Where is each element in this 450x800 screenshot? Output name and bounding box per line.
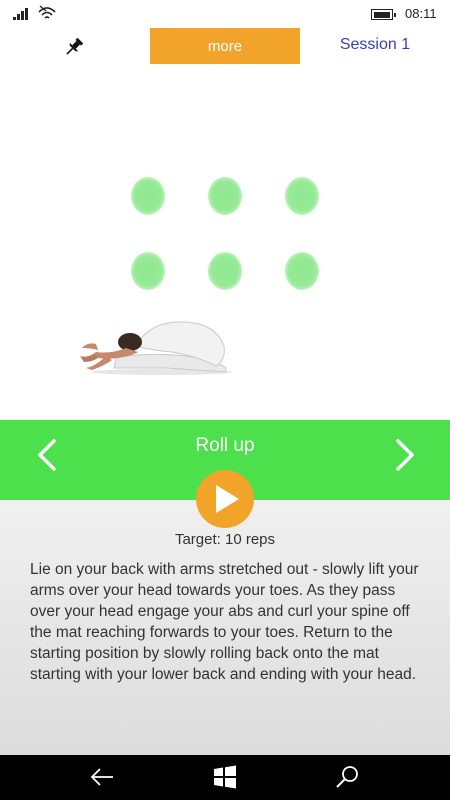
- battery-icon: [371, 9, 396, 20]
- exercise-title: Roll up: [195, 435, 255, 456]
- rep-dot: [285, 252, 319, 290]
- rep-dot: [131, 252, 165, 290]
- rep-dot: [131, 177, 165, 215]
- play-button[interactable]: [196, 470, 254, 528]
- back-arrow-icon[interactable]: [87, 762, 117, 792]
- pin-icon[interactable]: [63, 36, 85, 58]
- navigation-bar: [0, 755, 450, 800]
- rep-dot: [208, 252, 242, 290]
- session-link[interactable]: Session 1: [320, 36, 430, 54]
- chevron-left-icon[interactable]: [34, 438, 60, 472]
- clock: 08:11: [405, 6, 437, 21]
- status-bar: 08:11: [0, 0, 450, 28]
- play-icon: [216, 485, 239, 513]
- exercise-illustration: [0, 64, 450, 420]
- exercise-details: Target: 10 reps Lie on your back with ar…: [0, 470, 450, 755]
- rep-dot: [208, 177, 242, 215]
- wifi-icon: [38, 5, 56, 19]
- signal-icon: [13, 8, 31, 20]
- rep-dot: [285, 177, 319, 215]
- more-button[interactable]: more: [150, 28, 300, 64]
- top-bar: more Session 1: [0, 28, 450, 64]
- search-icon[interactable]: [333, 762, 363, 792]
- exercise-figure-image: [80, 321, 232, 375]
- chevron-right-icon[interactable]: [392, 438, 418, 472]
- target-reps: Target: 10 reps: [174, 531, 276, 548]
- exercise-description: Lie on your back with arms stretched out…: [30, 561, 419, 683]
- windows-logo-icon[interactable]: [210, 762, 240, 792]
